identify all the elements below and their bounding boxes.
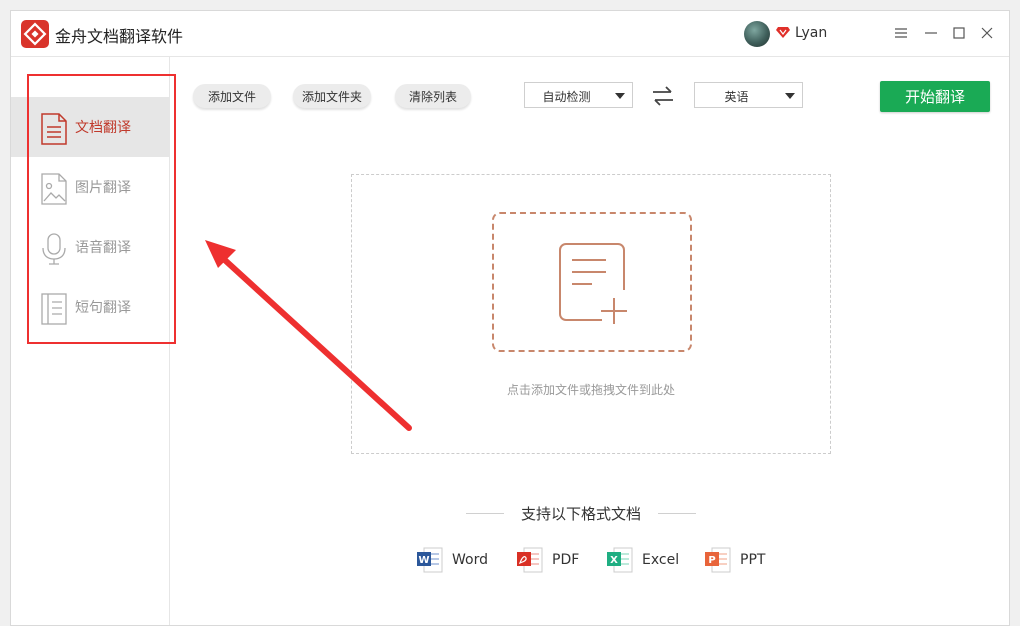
sidebar-item-label: 文档翻译 xyxy=(75,120,131,136)
sidebar-item-label: 语音翻译 xyxy=(75,240,131,256)
start-translate-button[interactable]: 开始翻译 xyxy=(880,81,990,112)
format-word: W Word xyxy=(416,545,488,575)
excel-icon: X xyxy=(607,547,633,573)
format-pdf: PDF xyxy=(516,545,579,575)
file-drop-zone[interactable]: 点击添加文件或拖拽文件到此处 xyxy=(351,174,831,454)
supported-formats-title: 支持以下格式文档 xyxy=(466,503,696,524)
svg-text:W: W xyxy=(418,555,429,566)
word-icon: W xyxy=(417,547,443,573)
document-icon xyxy=(41,113,67,145)
title-bar: 金舟文档翻译软件 Lyan xyxy=(11,11,1009,57)
chevron-down-icon xyxy=(785,93,795,99)
image-icon xyxy=(41,173,67,205)
sidebar-item-label: 短句翻译 xyxy=(75,300,131,316)
sidebar-item-document-translate[interactable]: 文档翻译 xyxy=(11,97,170,157)
microphone-icon xyxy=(42,233,66,265)
username[interactable]: Lyan xyxy=(795,25,827,41)
svg-text:P: P xyxy=(708,555,715,566)
clear-list-button[interactable]: 清除列表 xyxy=(395,84,471,108)
minimize-icon[interactable] xyxy=(919,21,943,45)
drop-target[interactable] xyxy=(492,212,692,352)
sidebar-item-label: 图片翻译 xyxy=(75,180,131,196)
sidebar-item-image-translate[interactable]: 图片翻译 xyxy=(11,157,170,217)
format-excel: X Excel xyxy=(606,545,679,575)
format-label: Word xyxy=(452,552,488,568)
target-language-select[interactable]: 英语 xyxy=(694,82,803,108)
ppt-icon: P xyxy=(705,547,731,573)
chevron-down-icon xyxy=(615,93,625,99)
vip-badge-icon xyxy=(775,24,791,44)
format-label: PDF xyxy=(552,552,580,568)
app-logo-icon xyxy=(21,20,49,48)
source-language-select[interactable]: 自动检测 xyxy=(524,82,633,108)
target-language-value: 英语 xyxy=(724,90,749,104)
svg-text:X: X xyxy=(610,555,618,566)
add-document-icon xyxy=(559,243,627,324)
format-label: PPT xyxy=(740,552,766,568)
close-icon[interactable] xyxy=(975,21,999,45)
swap-languages-icon[interactable] xyxy=(651,85,675,107)
menu-icon[interactable] xyxy=(889,21,913,45)
sentence-icon xyxy=(41,293,67,325)
maximize-icon[interactable] xyxy=(947,21,971,45)
sidebar: 文档翻译 图片翻译 语音翻译 短句翻译 xyxy=(11,57,170,625)
sidebar-item-voice-translate[interactable]: 语音翻译 xyxy=(11,217,170,277)
app-title: 金舟文档翻译软件 xyxy=(55,27,184,46)
user-avatar[interactable] xyxy=(744,21,770,47)
app-window: 金舟文档翻译软件 Lyan 文档翻译 图片翻译 语音翻译 短句翻译 添加文件 添… xyxy=(10,10,1010,626)
sidebar-item-sentence-translate[interactable]: 短句翻译 xyxy=(11,277,170,337)
pdf-icon xyxy=(517,547,543,573)
add-file-button[interactable]: 添加文件 xyxy=(193,84,271,108)
source-language-value: 自动检测 xyxy=(542,90,591,104)
add-folder-button[interactable]: 添加文件夹 xyxy=(293,84,371,108)
drop-hint: 点击添加文件或拖拽文件到此处 xyxy=(506,383,675,397)
format-ppt: P PPT xyxy=(704,545,765,575)
format-label: Excel xyxy=(642,552,680,568)
